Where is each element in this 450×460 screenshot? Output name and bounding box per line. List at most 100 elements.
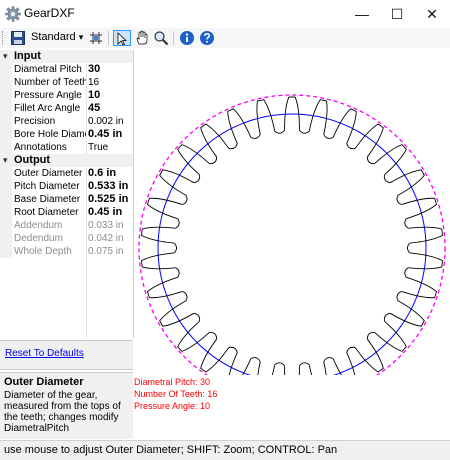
property-value[interactable]: 0.525 in <box>88 193 128 206</box>
chevron-down-icon[interactable]: ▾ <box>3 154 8 167</box>
title-bar: GearDXF — ☐ ✕ <box>0 0 450 28</box>
category-output[interactable]: ▾ Output <box>0 154 133 167</box>
gear-fillet <box>228 143 238 150</box>
property-row[interactable]: Addendum 0.033 in <box>0 219 133 232</box>
category-label: Input <box>14 50 41 62</box>
grid-icon[interactable] <box>88 30 104 46</box>
property-row[interactable]: Whole Depth 0.075 in <box>0 245 133 258</box>
standard-dropdown[interactable]: Standard ▾ <box>31 31 83 43</box>
row-gutter <box>0 180 12 193</box>
info-icon[interactable] <box>179 30 195 46</box>
property-name: Base Diameter <box>14 194 81 205</box>
property-row[interactable]: Pitch Diameter 0.533 in <box>0 180 133 193</box>
gear-fillet <box>209 331 218 339</box>
gear-tooth <box>257 361 276 375</box>
help-title: Outer Diameter <box>4 376 84 388</box>
gear-fillet <box>209 157 218 165</box>
property-value[interactable]: 0.45 in <box>88 206 122 219</box>
property-row[interactable]: Bore Hole Diame 0.45 in <box>0 128 133 141</box>
property-value[interactable]: 0.45 in <box>88 128 122 141</box>
property-value[interactable]: True <box>88 141 108 154</box>
property-grid[interactable]: ▾ Input Diametral Pitch 30 Number of Teeth… <box>0 50 134 338</box>
gear-info: Diametral Pitch: 30 Number Of Teeth: 16 … <box>134 376 217 412</box>
gear-tooth <box>390 300 425 327</box>
gear-fillet <box>299 129 310 134</box>
property-row[interactable]: Fillet Arc Angle 45 <box>0 102 133 115</box>
property-value[interactable]: 30 <box>88 63 100 76</box>
zoom-icon[interactable] <box>153 30 169 46</box>
property-value[interactable]: 0.002 in <box>88 115 124 128</box>
close-button[interactable]: ✕ <box>410 0 450 28</box>
property-row[interactable]: Root Diameter 0.45 in <box>0 206 133 219</box>
gear-tooth <box>354 123 384 158</box>
category-input[interactable]: ▾ Input <box>0 50 133 63</box>
toolbar-separator <box>173 31 174 45</box>
gear-drawing-canvas[interactable] <box>134 50 450 375</box>
gear-fillet <box>250 357 261 362</box>
gear-tooth <box>401 197 438 220</box>
gear-fillet <box>346 346 356 353</box>
row-gutter <box>0 219 12 232</box>
pointer-icon[interactable] <box>113 30 131 46</box>
property-row[interactable]: Dedendum 0.042 in <box>0 232 133 245</box>
gear-tooth <box>401 276 438 299</box>
gear-fillet <box>182 195 188 205</box>
status-text: use mouse to adjust Outer Diameter; SHIF… <box>4 444 338 456</box>
property-value[interactable]: 0.075 in <box>88 245 124 258</box>
property-name: Diametral Pitch <box>14 64 82 75</box>
toolbar-grip[interactable] <box>2 31 6 45</box>
property-row[interactable]: Diametral Pitch 30 <box>0 63 133 76</box>
property-row[interactable]: Base Diameter 0.525 in <box>0 193 133 206</box>
property-value[interactable]: 45 <box>88 102 100 115</box>
save-icon[interactable] <box>10 30 26 46</box>
row-gutter <box>0 141 12 154</box>
reset-to-defaults-link[interactable]: Reset To Defaults <box>5 348 84 359</box>
gear-tooth <box>332 108 357 144</box>
gear-tooth <box>308 361 327 375</box>
property-name: Addendum <box>14 220 63 231</box>
row-gutter <box>0 245 12 258</box>
gear-fillet <box>404 218 409 229</box>
gear-fillet <box>323 134 334 139</box>
row-gutter <box>0 115 12 128</box>
property-row[interactable]: Pressure Angle 10 <box>0 89 133 102</box>
property-value[interactable]: 0.033 in <box>88 219 124 232</box>
gear-tooth <box>159 169 194 196</box>
property-value[interactable]: 0.6 in <box>88 167 116 180</box>
property-row[interactable]: Annotations True <box>0 141 133 154</box>
gear-tooth <box>284 365 300 375</box>
property-value[interactable]: 10 <box>88 89 100 102</box>
property-name: Annotations <box>14 142 67 153</box>
row-gutter <box>0 63 12 76</box>
toolbar-separator <box>108 31 109 45</box>
row-gutter <box>0 102 12 115</box>
toolbar: Standard ▾ <box>0 28 450 48</box>
standard-dropdown-label: Standard <box>31 31 76 43</box>
row-gutter <box>0 232 12 245</box>
property-row[interactable]: Number of Teeth 16 <box>0 76 133 89</box>
property-value[interactable]: 16 <box>88 76 99 89</box>
property-name: Precision <box>14 116 56 127</box>
property-value[interactable]: 0.533 in <box>88 180 128 193</box>
gear-tooth <box>200 123 230 158</box>
row-gutter <box>0 76 12 89</box>
help-icon[interactable] <box>199 30 215 46</box>
hand-icon[interactable] <box>134 30 150 46</box>
property-value[interactable]: 0.042 in <box>88 232 124 245</box>
property-row[interactable]: Outer Diameter 0.6 in <box>0 167 133 180</box>
row-gutter <box>0 193 12 206</box>
property-name: Number of Teeth <box>14 77 86 88</box>
category-label: Output <box>14 154 51 166</box>
chevron-down-icon[interactable]: ▾ <box>3 50 8 63</box>
row-gutter <box>0 167 12 180</box>
property-row[interactable]: Precision 0.002 in <box>0 115 133 128</box>
gear-tooth <box>159 300 194 327</box>
outer-diameter-circle <box>138 94 446 375</box>
gear-fillet <box>173 242 177 254</box>
gear-fillet <box>366 157 375 165</box>
info-pressure-angle: Pressure Angle: 10 <box>134 401 211 411</box>
gear-tooth <box>227 108 252 144</box>
gear-fillet <box>274 362 285 367</box>
info-number-of-teeth: Number Of Teeth: 16 <box>134 389 218 399</box>
row-gutter <box>0 89 12 102</box>
